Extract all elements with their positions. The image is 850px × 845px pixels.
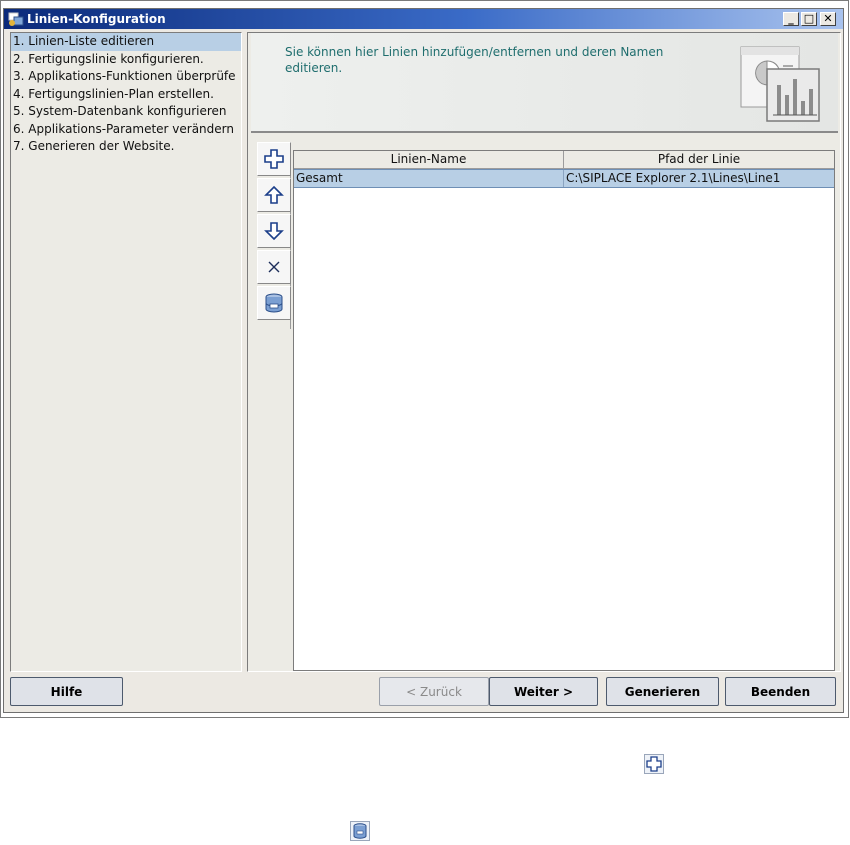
title-bar: Linien-Konfiguration _ □ ✕ [4, 9, 843, 29]
step-item[interactable]: 4. Fertigungslinien-Plan erstellen. [11, 86, 241, 104]
content-panel: Sie können hier Linien hinzufügen/entfer… [247, 32, 841, 672]
plus-icon [644, 754, 664, 774]
maximize-icon: □ [803, 12, 815, 25]
close-icon: ✕ [823, 12, 833, 25]
step-item[interactable]: 1. Linien-Liste editieren [11, 33, 241, 51]
generate-button[interactable]: Generieren [606, 677, 719, 706]
list-toolbar [253, 142, 291, 329]
step-item[interactable]: 7. Generieren der Website. [11, 138, 241, 156]
window-title: Linien-Konfiguration [27, 12, 166, 26]
database-button[interactable] [257, 286, 291, 320]
step-item[interactable]: 6. Applikations-Parameter verändern [11, 121, 241, 139]
wizard-window: Linien-Konfiguration _ □ ✕ 1. Linien-Lis… [3, 8, 844, 713]
step-item[interactable]: 2. Fertigungslinie konfigurieren. [11, 51, 241, 69]
cell-line-path[interactable]: C:\SIPLACE Explorer 2.1\Lines\Line1 [564, 170, 834, 187]
finish-button[interactable]: Beenden [725, 677, 836, 706]
info-banner: Sie können hier Linien hinzufügen/entfer… [251, 33, 838, 133]
lines-table: Linien-Name Pfad der Linie Gesamt C:\SIP… [293, 150, 835, 671]
plus-icon [264, 149, 284, 169]
table-row[interactable]: Gesamt C:\SIPLACE Explorer 2.1\Lines\Lin… [294, 169, 834, 188]
move-up-button[interactable] [257, 178, 291, 212]
maximize-button[interactable]: □ [801, 12, 817, 26]
next-button[interactable]: Weiter > [489, 677, 598, 706]
database-icon [265, 293, 283, 313]
close-button[interactable]: ✕ [820, 12, 836, 26]
move-down-button[interactable] [257, 214, 291, 248]
database-icon [350, 821, 370, 841]
wizard-steps-list: 1. Linien-Liste editieren 2. Fertigungsl… [10, 32, 242, 672]
info-text: Sie können hier Linien hinzufügen/entfer… [285, 45, 664, 75]
step-item[interactable]: 3. Applikations-Funktionen überprüfe [11, 68, 241, 86]
help-button[interactable]: Hilfe [10, 677, 123, 706]
table-header: Linien-Name Pfad der Linie [294, 151, 834, 169]
cell-line-name[interactable]: Gesamt [294, 170, 564, 187]
step-item[interactable]: 5. System-Datenbank konfigurieren [11, 103, 241, 121]
arrow-down-icon [264, 222, 284, 241]
column-header-pfad[interactable]: Pfad der Linie [564, 151, 834, 169]
chart-illustration-icon [740, 46, 820, 122]
minimize-icon: _ [788, 12, 794, 25]
arrow-up-icon [264, 185, 284, 204]
column-header-linien-name[interactable]: Linien-Name [294, 151, 564, 169]
delete-line-button[interactable] [257, 250, 291, 284]
app-icon [8, 12, 24, 26]
x-icon [268, 261, 280, 273]
minimize-button[interactable]: _ [783, 12, 799, 26]
add-line-button[interactable] [257, 142, 291, 176]
back-button[interactable]: < Zurück [379, 677, 489, 706]
